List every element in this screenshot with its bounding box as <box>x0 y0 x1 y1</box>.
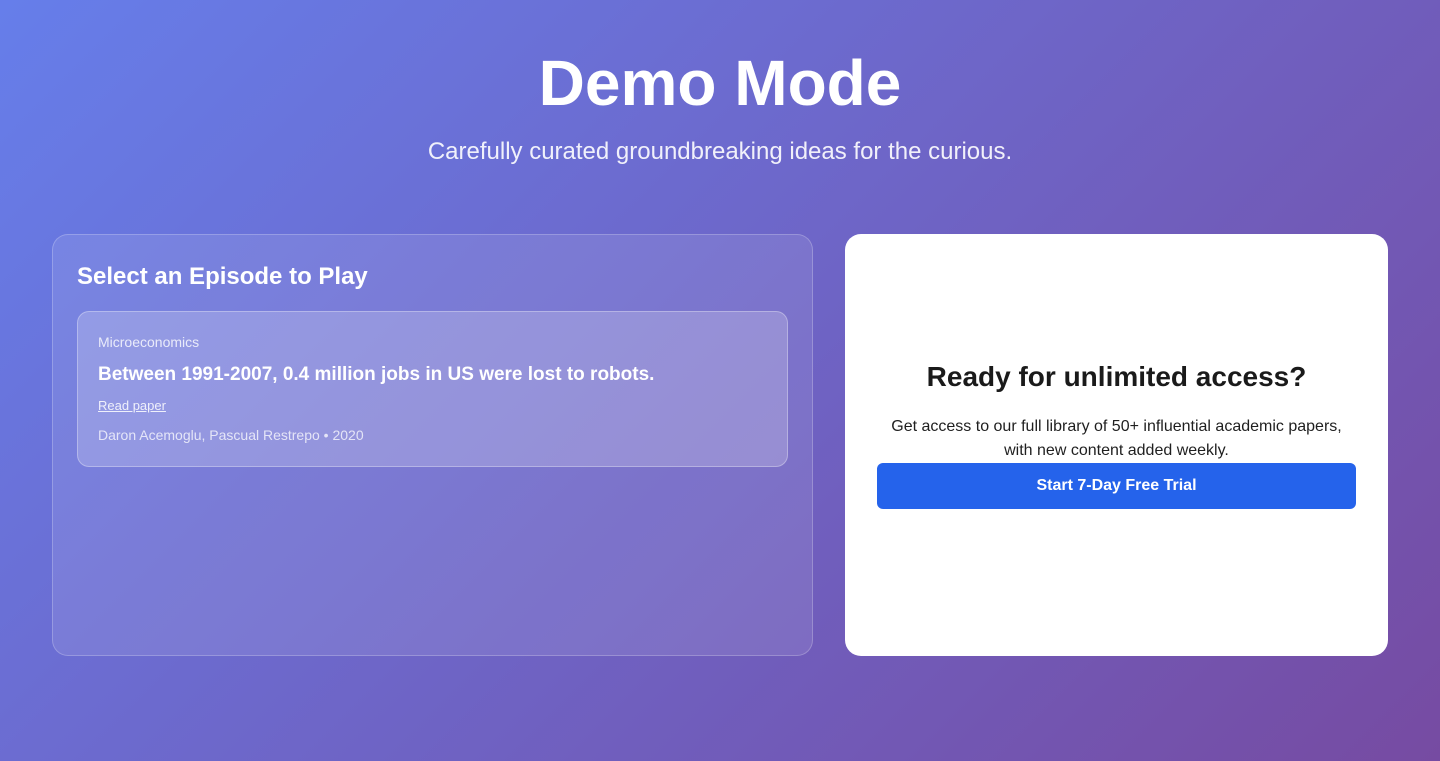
page-title: Demo Mode <box>538 47 902 119</box>
page-subtitle: Carefully curated groundbreaking ideas f… <box>427 138 1013 165</box>
upgrade-title: Ready for unlimited access? <box>926 361 1307 392</box>
episode-card[interactable]: Microeconomics Between 1991-2007, 0.4 mi… <box>77 311 788 467</box>
episode-list-panel: Select an Episode to Play Microeconomics… <box>52 234 813 656</box>
episode-category: Microeconomics <box>98 334 200 350</box>
episode-list-heading: Select an Episode to Play <box>77 263 368 290</box>
start-free-trial-button[interactable]: Start 7-Day Free Trial <box>877 463 1356 509</box>
read-paper-link[interactable]: Read paper <box>98 398 166 413</box>
episode-authors-year: Daron Acemoglu, Pascual Restrepo • 2020 <box>98 427 364 443</box>
upgrade-description: Get access to our full library of 50+ in… <box>891 418 1342 459</box>
episode-title: Between 1991-2007, 0.4 million jobs in U… <box>98 364 655 385</box>
upgrade-card: Ready for unlimited access? Get access t… <box>845 234 1388 656</box>
